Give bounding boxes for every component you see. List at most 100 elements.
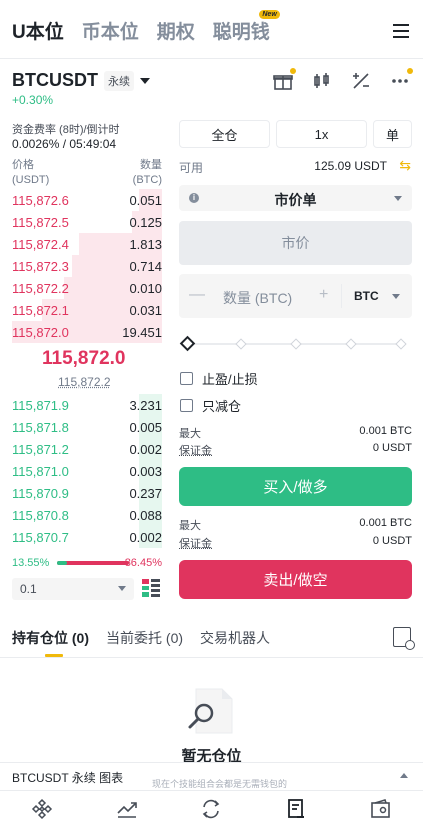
nav-assets[interactable] [338, 791, 423, 827]
bid-row[interactable]: 115,871.2 0.002 [12, 438, 162, 460]
nav-trade[interactable] [169, 791, 254, 827]
bid-qty: 0.003 [129, 464, 162, 479]
tab-open-orders-count: (0) [165, 630, 184, 646]
slider-handle[interactable] [179, 335, 196, 352]
bid-qty: 0.005 [129, 420, 162, 435]
bid-qty: 3.231 [129, 398, 162, 413]
funding-rate-label: 资金费率 (8时)/倒计时 [12, 124, 120, 136]
ask-qty: 0.031 [129, 303, 162, 318]
buy-margin-label[interactable]: 保证金 [179, 442, 212, 458]
bid-qty: 0.237 [129, 486, 162, 501]
slider-node-25[interactable] [235, 338, 247, 350]
ask-row[interactable]: 115,872.4 1.813 [12, 233, 162, 255]
ask-price: 115,872.6 [12, 193, 69, 208]
ask-price: 115,872.2 [12, 281, 69, 296]
ask-row[interactable]: 115,872.5 0.125 [12, 211, 162, 233]
tab-smart-money-label: 聪明钱 [212, 21, 270, 43]
order-history-icon[interactable] [393, 627, 415, 650]
order-type-select[interactable]: i 市价单 [179, 185, 412, 211]
nav-futures[interactable] [254, 791, 339, 827]
qty-separator [341, 284, 342, 308]
tab-positions[interactable]: 持有仓位 (0) [12, 628, 89, 657]
precision-value: 0.1 [20, 582, 37, 596]
transfer-icon[interactable]: ⇆ [399, 157, 411, 174]
nav-markets[interactable] [85, 791, 170, 827]
bid-row[interactable]: 115,871.0 0.003 [12, 460, 162, 482]
ask-row[interactable]: 115,872.2 0.010 [12, 277, 162, 299]
leverage-button[interactable]: 1x [276, 120, 367, 148]
bid-qty: 0.002 [129, 530, 162, 545]
ask-row[interactable]: 115,872.1 0.031 [12, 299, 162, 321]
orderbook-layout-icon[interactable] [142, 579, 160, 597]
bid-row[interactable]: 115,871.8 0.005 [12, 416, 162, 438]
price-header: 价格 [12, 159, 34, 171]
bid-price: 115,870.7 [12, 530, 69, 545]
chart-drawer-bar[interactable]: BTCUSDT 永续 图表 现在个技能组合会都是无需钱包的 [0, 762, 423, 790]
plus-icon[interactable]: + [319, 286, 328, 304]
header-tools [255, 68, 413, 92]
chevron-down-icon [140, 77, 150, 84]
tab-trading-bots-label: 交易机器人 [200, 630, 271, 646]
chevron-up-icon[interactable] [400, 773, 408, 778]
nav-home[interactable] [0, 791, 85, 827]
tab-open-orders[interactable]: 当前委托 (0) [106, 628, 183, 650]
last-price[interactable]: 115,872.0 [42, 348, 125, 370]
mark-price[interactable]: 115,872.2 [58, 375, 111, 389]
slider-node-75[interactable] [345, 338, 357, 350]
tab-open-orders-label: 当前委托 [106, 630, 163, 646]
quantity-slider[interactable] [179, 335, 407, 352]
ask-price: 115,872.3 [12, 259, 69, 274]
contract-type-tag: 永续 [104, 70, 134, 91]
menu-icon[interactable] [393, 24, 409, 38]
tp-sl-label: 止盈/止损 [202, 371, 258, 387]
checkbox-icon [180, 398, 193, 412]
quantity-unit-select[interactable]: BTC [354, 289, 379, 303]
bid-price: 115,870.8 [12, 508, 69, 523]
ask-row[interactable]: 115,872.6 0.051 [12, 189, 162, 211]
funding-rate-value: 0.0026% / 05:49:04 [12, 137, 117, 151]
symbol-selector[interactable]: BTCUSDT 永续 [12, 70, 150, 91]
ask-price: 115,872.5 [12, 215, 69, 230]
buy-ratio: 13.55% [12, 557, 50, 569]
ask-qty: 0.010 [129, 281, 162, 296]
sell-margin-label[interactable]: 保证金 [179, 535, 212, 551]
gift-icon[interactable] [272, 68, 296, 92]
tab-trading-bots[interactable]: 交易机器人 [200, 628, 270, 650]
candlestick-chart-icon[interactable] [311, 70, 333, 92]
ask-row[interactable]: 115,872.3 0.714 [12, 255, 162, 277]
more-icon[interactable] [389, 68, 413, 92]
sell-short-button[interactable]: 卖出/做空 [179, 560, 412, 599]
tab-options[interactable]: 期权 [157, 17, 195, 44]
calculator-icon[interactable] [350, 70, 372, 92]
buy-long-button[interactable]: 买入/做多 [179, 467, 412, 506]
bid-row[interactable]: 115,871.9 3.231 [12, 394, 162, 416]
tab-coin-m[interactable]: 币本位 [82, 17, 139, 44]
bid-price: 115,871.0 [12, 464, 69, 479]
top-divider [0, 58, 423, 59]
qty-unit: (BTC) [132, 174, 162, 186]
ask-price: 115,872.4 [12, 237, 69, 252]
tab-smart-money[interactable]: 聪明钱 New [212, 9, 280, 44]
buy-max-value: 0.001 BTC [359, 425, 412, 437]
ask-row[interactable]: 115,872.0 19.451 [12, 321, 162, 343]
slider-node-100[interactable] [395, 338, 407, 350]
bid-row[interactable]: 115,870.8 0.088 [12, 504, 162, 526]
minus-icon[interactable]: — [189, 286, 205, 304]
quantity-stepper[interactable]: — 数量 (BTC) + BTC [179, 274, 412, 318]
bid-price: 115,871.8 [12, 420, 69, 435]
quantity-input[interactable]: 数量 (BTC) [223, 288, 292, 308]
precision-select[interactable]: 0.1 [12, 578, 134, 600]
available-balance: 125.09 USDT [314, 159, 387, 173]
slider-node-50[interactable] [290, 338, 302, 350]
bid-row[interactable]: 115,870.9 0.237 [12, 482, 162, 504]
tab-usdt-m[interactable]: U本位 [12, 17, 64, 44]
position-mode-button[interactable]: 单 [373, 120, 412, 148]
margin-mode-button[interactable]: 全仓 [179, 120, 270, 148]
bid-row[interactable]: 115,870.7 0.002 [12, 526, 162, 548]
tp-sl-checkbox[interactable]: 止盈/止损 [180, 370, 258, 387]
available-label: 可用 [179, 161, 204, 175]
reduce-only-checkbox[interactable]: 只减仓 [180, 397, 241, 414]
price-change: +0.30% [12, 93, 54, 107]
price-input[interactable]: 市价 [179, 221, 412, 265]
buy-max-label: 最大 [179, 428, 201, 440]
